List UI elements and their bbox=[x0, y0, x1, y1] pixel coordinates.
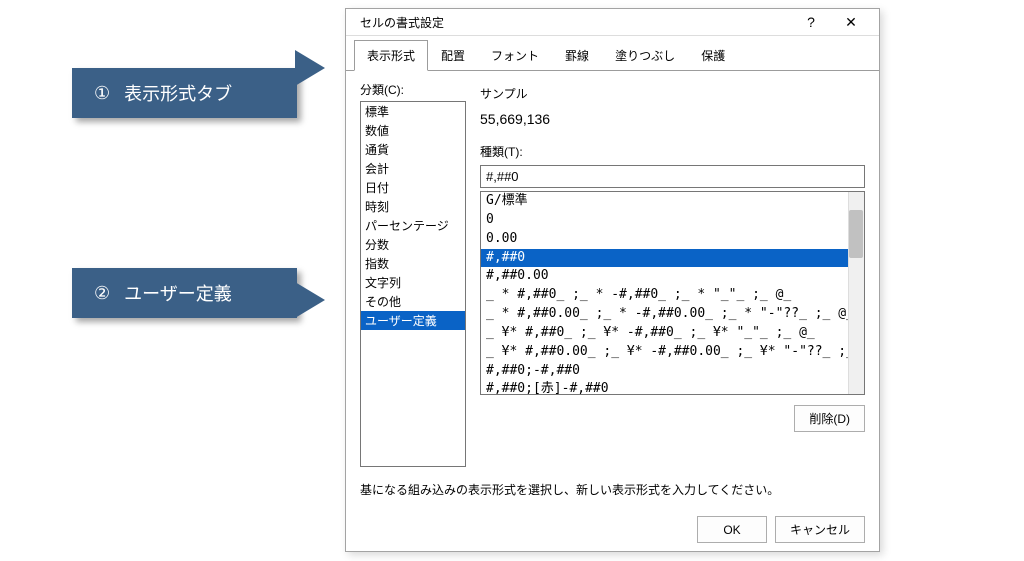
category-item-custom[interactable]: ユーザー定義 bbox=[361, 311, 465, 330]
format-actions: 削除(D) bbox=[480, 405, 865, 432]
format-list-scroll[interactable]: G/標準 0 0.00 #,##0 #,##0.00 _ * #,##0_ ;_… bbox=[481, 192, 848, 394]
format-item[interactable]: 0 bbox=[481, 211, 848, 230]
format-cells-dialog: セルの書式設定 ? ✕ 表示形式 配置 フォント 罫線 塗りつぶし 保護 分類(… bbox=[345, 8, 880, 552]
category-item-special[interactable]: その他 bbox=[361, 292, 465, 311]
format-listbox[interactable]: G/標準 0 0.00 #,##0 #,##0.00 _ * #,##0_ ;_… bbox=[480, 191, 865, 395]
cancel-button[interactable]: キャンセル bbox=[775, 516, 865, 543]
close-button[interactable]: ✕ bbox=[831, 9, 871, 35]
category-item-percentage[interactable]: パーセンテージ bbox=[361, 216, 465, 235]
callout-userdef: ② ユーザー定義 bbox=[72, 268, 297, 318]
format-scrollbar[interactable] bbox=[848, 192, 864, 394]
sample-value: 55,669,136 bbox=[480, 105, 865, 133]
tab-fill[interactable]: 塗りつぶし bbox=[602, 40, 688, 71]
format-item[interactable]: #,##0;[赤]-#,##0 bbox=[481, 380, 848, 394]
category-item-currency[interactable]: 通貨 bbox=[361, 140, 465, 159]
scrollbar-thumb[interactable] bbox=[849, 210, 863, 258]
tab-border[interactable]: 罫線 bbox=[552, 40, 602, 71]
sample-label: サンプル bbox=[480, 85, 865, 102]
tab-protection[interactable]: 保護 bbox=[688, 40, 738, 71]
help-button[interactable]: ? bbox=[791, 9, 831, 35]
ok-button[interactable]: OK bbox=[697, 516, 767, 543]
tab-alignment[interactable]: 配置 bbox=[428, 40, 478, 71]
dialog-title: セルの書式設定 bbox=[354, 14, 791, 31]
category-item-fraction[interactable]: 分数 bbox=[361, 235, 465, 254]
format-item[interactable]: #,##0.00 bbox=[481, 267, 848, 286]
category-item-general[interactable]: 標準 bbox=[361, 102, 465, 121]
callout-userdef-arrow bbox=[295, 282, 325, 318]
tab-font[interactable]: フォント bbox=[478, 40, 552, 71]
category-item-time[interactable]: 時刻 bbox=[361, 197, 465, 216]
category-item-scientific[interactable]: 指数 bbox=[361, 254, 465, 273]
tab-number-format[interactable]: 表示形式 bbox=[354, 40, 428, 71]
main-row: 分類(C): 標準 数値 通貨 会計 日付 時刻 パーセンテージ 分数 指数 文… bbox=[360, 81, 865, 467]
format-item[interactable]: G/標準 bbox=[481, 192, 848, 211]
format-item[interactable]: _ ¥* #,##0.00_ ;_ ¥* -#,##0.00_ ;_ ¥* "-… bbox=[481, 343, 848, 362]
details-pane: サンプル 55,669,136 種類(T): G/標準 0 0.00 #,##0… bbox=[480, 81, 865, 467]
type-input[interactable] bbox=[480, 165, 865, 188]
type-label: 種類(T): bbox=[480, 143, 865, 160]
format-item[interactable]: #,##0;-#,##0 bbox=[481, 362, 848, 381]
format-item-selected[interactable]: #,##0 bbox=[481, 249, 848, 268]
category-item-accounting[interactable]: 会計 bbox=[361, 159, 465, 178]
callout-userdef-text: ユーザー定義 bbox=[124, 280, 232, 306]
dialog-body: 分類(C): 標準 数値 通貨 会計 日付 時刻 パーセンテージ 分数 指数 文… bbox=[346, 71, 879, 504]
hint-text: 基になる組み込みの表示形式を選択し、新しい表示形式を入力してください。 bbox=[360, 481, 865, 498]
format-item[interactable]: _ * #,##0_ ;_ * -#,##0_ ;_ * "_"_ ;_ @_ bbox=[481, 286, 848, 305]
callout-tab-num: ① bbox=[94, 83, 110, 104]
tabs: 表示形式 配置 フォント 罫線 塗りつぶし 保護 bbox=[346, 36, 879, 71]
category-listbox[interactable]: 標準 数値 通貨 会計 日付 時刻 パーセンテージ 分数 指数 文字列 その他 … bbox=[360, 101, 466, 467]
dialog-footer: OK キャンセル bbox=[346, 504, 879, 555]
category-item-date[interactable]: 日付 bbox=[361, 178, 465, 197]
delete-button[interactable]: 削除(D) bbox=[794, 405, 865, 432]
category-item-number[interactable]: 数値 bbox=[361, 121, 465, 140]
callout-tab-text: 表示形式タブ bbox=[124, 80, 232, 106]
format-item[interactable]: _ * #,##0.00_ ;_ * -#,##0.00_ ;_ * "-"??… bbox=[481, 305, 848, 324]
callout-tab-arrow bbox=[295, 50, 325, 86]
callout-tab: ① 表示形式タブ bbox=[72, 68, 297, 118]
titlebar: セルの書式設定 ? ✕ bbox=[346, 9, 879, 36]
callout-userdef-num: ② bbox=[94, 283, 110, 304]
category-label: 分類(C): bbox=[360, 81, 466, 98]
category-item-text[interactable]: 文字列 bbox=[361, 273, 465, 292]
category-pane: 分類(C): 標準 数値 通貨 会計 日付 時刻 パーセンテージ 分数 指数 文… bbox=[360, 81, 466, 467]
format-item[interactable]: 0.00 bbox=[481, 230, 848, 249]
format-item[interactable]: _ ¥* #,##0_ ;_ ¥* -#,##0_ ;_ ¥* "_"_ ;_ … bbox=[481, 324, 848, 343]
